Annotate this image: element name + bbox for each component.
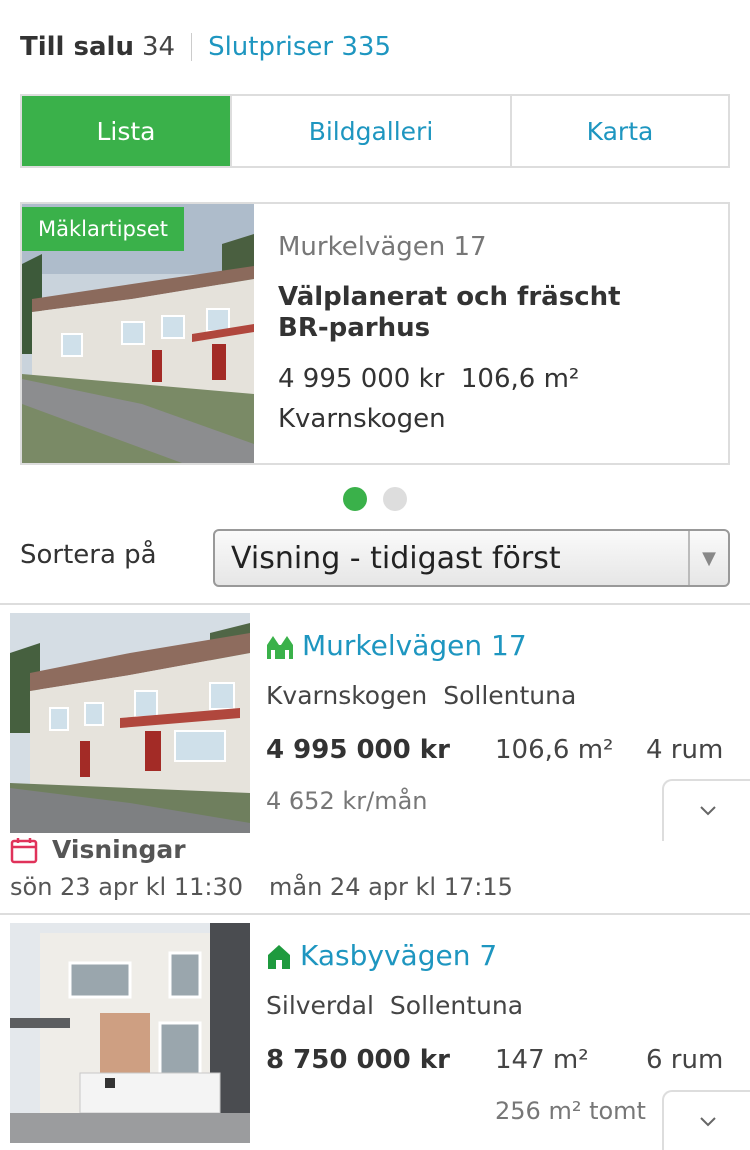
featured-size: 106,6 m² [460,364,580,394]
showings-label: Visningar [52,835,186,864]
listing-street[interactable]: Murkelvägen 17 [302,629,527,662]
for-sale-label[interactable]: Till salu [20,32,134,62]
listing-title-row[interactable]: Kasbyvägen 7 [266,939,497,972]
listing-item[interactable]: Kasbyvägen 7 Silverdal Sollentuna 8 750 … [0,913,750,1150]
sold-prices-link[interactable]: Slutpriser 335 [208,32,391,62]
listing-price: 4 995 000 kr [266,735,450,765]
listing-municipality: Sollentuna [389,991,524,1020]
sort-label: Sortera på [20,540,157,570]
listing-street[interactable]: Kasbyvägen 7 [300,939,497,972]
listing-size: 147 m² [495,1045,589,1075]
featured-price: 4 995 000 kr [278,364,445,394]
row-house-icon [267,635,293,659]
listing-area: Kvarnskogen [266,681,428,710]
for-sale-count[interactable]: 34 [142,32,175,62]
tab-list[interactable]: Lista [22,96,232,166]
house-photo [10,923,250,1143]
listing-plot: 256 m² tomt [495,1097,646,1125]
expand-button[interactable] [662,779,750,841]
featured-title[interactable]: Välplanerat och fräscht BR-parhus [278,282,668,344]
tab-gallery[interactable]: Bildgalleri [232,96,512,166]
showing-times: sön 23 apr kl 11:30 mån 24 apr kl 17:15 [10,873,513,901]
view-tabs: Lista Bildgalleri Karta [20,94,730,168]
listing-fee: 4 652 kr/mån [266,787,428,815]
featured-area: Kvarnskogen [278,404,446,434]
sort-select[interactable]: Visning - tidigast först ▼ [213,529,730,587]
chevron-down-icon [700,1117,716,1127]
listing-size: 106,6 m² [495,735,614,765]
listing-counts: Till salu 34 Slutpriser 335 [20,30,391,64]
chevron-down-icon [700,806,716,816]
featured-listing-photo[interactable]: Mäklartipset [22,204,254,463]
featured-street: Murkelvägen 17 [278,232,487,262]
dropdown-arrow-icon: ▼ [688,531,728,585]
listing-location: Kvarnskogen Sollentuna [266,681,576,710]
listing-price: 8 750 000 kr [266,1045,450,1075]
listing-photo[interactable] [10,923,250,1143]
listing-title-row[interactable]: Murkelvägen 17 [266,629,527,662]
featured-listing-card[interactable]: Mäklartipset Murkelvägen 17 Välplanerat … [20,202,730,465]
featured-price-size: 4 995 000 kr 106,6 m² [278,364,668,394]
listing-rooms: 6 rum [646,1045,724,1075]
showings-header: Visningar [10,835,186,864]
carousel-dot-2[interactable] [383,487,407,511]
house-icon [268,944,290,969]
featured-listing-info: Murkelvägen 17 Välplanerat och fräscht B… [254,204,668,463]
tab-map[interactable]: Karta [512,96,728,166]
broker-tip-badge: Mäklartipset [22,207,184,251]
calendar-icon [10,837,38,863]
showing-time[interactable]: mån 24 apr kl 17:15 [269,873,513,901]
divider [191,33,193,61]
listing-item[interactable]: Murkelvägen 17 Kvarnskogen Sollentuna 4 … [0,603,750,913]
listing-rooms: 4 rum [646,735,724,765]
listing-photo[interactable] [10,613,250,833]
showing-time[interactable]: sön 23 apr kl 11:30 [10,873,243,901]
listing-area: Silverdal [266,991,374,1020]
listing-location: Silverdal Sollentuna [266,991,523,1020]
carousel-dot-1[interactable] [343,487,367,511]
sort-selected-value: Visning - tidigast först [231,540,561,576]
expand-button[interactable] [662,1090,750,1150]
house-photo [10,613,250,833]
listing-municipality: Sollentuna [443,681,577,710]
carousel-pagination [343,487,407,511]
